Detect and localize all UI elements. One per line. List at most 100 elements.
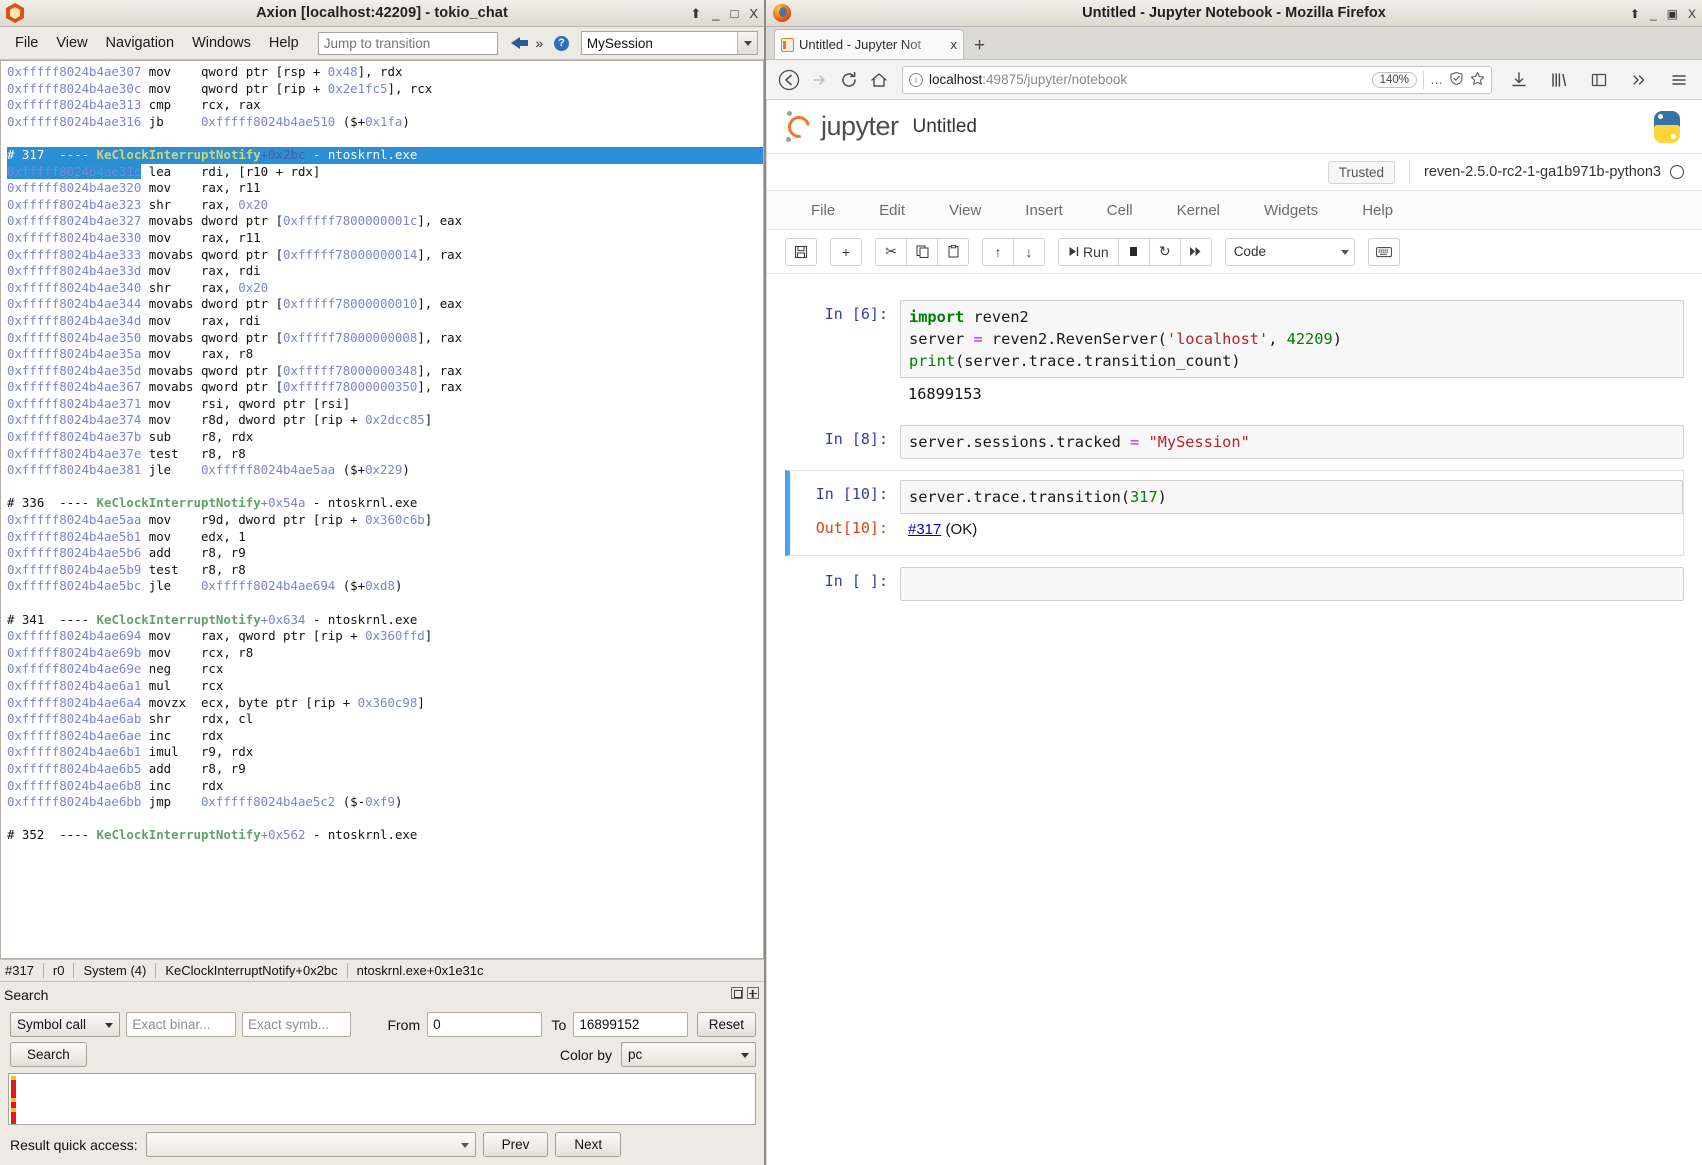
trusted-badge[interactable]: Trusted bbox=[1328, 161, 1395, 184]
jp-menu-widgets[interactable]: Widgets bbox=[1242, 202, 1340, 219]
sidebar-icon[interactable] bbox=[1584, 65, 1614, 95]
disasm-line[interactable]: 0xfffff8024b4ae313 cmp rcx, rax bbox=[7, 97, 763, 114]
cell-code-editor[interactable] bbox=[900, 567, 1684, 601]
disasm-line[interactable]: 0xfffff8024b4ae694 mov rax, qword ptr [r… bbox=[7, 628, 763, 645]
disasm-line[interactable]: 0xfffff8024b4ae37b sub r8, rdx bbox=[7, 429, 763, 446]
disasm-line[interactable]: 0xfffff8024b4ae69b mov rcx, r8 bbox=[7, 645, 763, 662]
disasm-line[interactable]: 0xfffff8024b4ae330 mov rax, r11 bbox=[7, 230, 763, 247]
bookmark-star-icon[interactable] bbox=[1470, 71, 1485, 89]
notebook-cell[interactable]: In [ ]: bbox=[785, 563, 1684, 605]
new-tab-button[interactable]: + bbox=[974, 36, 985, 59]
jp-menu-insert[interactable]: Insert bbox=[1003, 202, 1085, 219]
search-results-strip[interactable] bbox=[8, 1073, 756, 1125]
restart-kernel-icon[interactable]: ↻ bbox=[1149, 238, 1181, 266]
move-cell-up-icon[interactable]: ↑ bbox=[982, 238, 1014, 266]
disasm-line[interactable]: 0xfffff8024b4ae6b1 imul r9, rdx bbox=[7, 744, 763, 761]
search-button[interactable]: Search bbox=[10, 1042, 87, 1067]
keyboard-shortcuts-icon[interactable] bbox=[1368, 238, 1400, 266]
app-menu-icon[interactable] bbox=[1664, 65, 1694, 95]
copy-icon[interactable] bbox=[906, 238, 938, 266]
disasm-line[interactable]: 0xfffff8024b4ae6b8 inc rdx bbox=[7, 778, 763, 795]
disasm-transition-header[interactable]: # 317 ---- KeClockInterruptNotify+0x2bc … bbox=[7, 147, 763, 164]
kernel-name[interactable]: reven-2.5.0-rc2-1-ga1b971b-python3 bbox=[1424, 164, 1661, 180]
session-select[interactable]: MySession bbox=[581, 31, 758, 55]
browser-tab[interactable]: Untitled - Jupyter Not x bbox=[774, 29, 964, 59]
disasm-line[interactable]: 0xfffff8024b4ae333 movabs qword ptr [0xf… bbox=[7, 247, 763, 264]
disasm-line[interactable]: 0xfffff8024b4ae6b5 add r8, r9 bbox=[7, 761, 763, 778]
disasm-line[interactable]: 0xfffff8024b4ae5b1 mov edx, 1 bbox=[7, 529, 763, 546]
disasm-line[interactable]: 0xfffff8024b4ae69e neg rcx bbox=[7, 661, 763, 678]
exact-symbol-input[interactable]: Exact symb... bbox=[242, 1012, 352, 1037]
cut-icon[interactable]: ✂ bbox=[875, 238, 907, 266]
disasm-line[interactable]: 0xfffff8024b4ae6a1 mul rcx bbox=[7, 678, 763, 695]
downloads-icon[interactable] bbox=[1504, 65, 1534, 95]
add-cell-icon[interactable]: + bbox=[830, 238, 862, 266]
disasm-line[interactable]: 0xfffff8024b4ae320 mov rax, r11 bbox=[7, 180, 763, 197]
disassembly-view[interactable]: 0xfffff8024b4ae307 mov qword ptr [rsp + … bbox=[0, 60, 764, 959]
notebook-cells-container[interactable]: In [6]:import reven2 server = reven2.Rev… bbox=[767, 274, 1702, 1165]
interrupt-kernel-icon[interactable] bbox=[1118, 238, 1150, 266]
jp-menu-edit[interactable]: Edit bbox=[857, 202, 927, 219]
run-button[interactable]: Run bbox=[1058, 238, 1119, 266]
transition-link[interactable]: #317 bbox=[908, 521, 941, 538]
site-info-icon[interactable]: i bbox=[909, 73, 923, 87]
disasm-line[interactable]: 0xfffff8024b4ae307 mov qword ptr [rsp + … bbox=[7, 64, 763, 81]
disasm-transition-header[interactable]: # 341 ---- KeClockInterruptNotify+0x634 … bbox=[7, 612, 763, 629]
forward-icon[interactable] bbox=[804, 65, 834, 95]
back-icon[interactable] bbox=[774, 65, 804, 95]
navigate-back-icon[interactable] bbox=[510, 33, 530, 53]
menu-view[interactable]: View bbox=[47, 32, 96, 54]
exact-binary-input[interactable]: Exact binar... bbox=[126, 1012, 236, 1037]
disasm-line[interactable]: 0xfffff8024b4ae350 movabs qword ptr [0xf… bbox=[7, 330, 763, 347]
firefox-maximize-button[interactable]: ▣ bbox=[1667, 7, 1678, 21]
chevron-down-icon[interactable] bbox=[737, 32, 757, 54]
shield-icon[interactable] bbox=[1449, 71, 1464, 89]
firefox-minimize-button[interactable]: _ bbox=[1650, 7, 1657, 21]
jump-to-transition-input[interactable] bbox=[318, 32, 498, 55]
disasm-line[interactable]: 0xfffff8024b4ae381 jle 0xfffff8024b4ae5a… bbox=[7, 462, 763, 479]
to-input[interactable]: 16899152 bbox=[573, 1012, 687, 1037]
axion-maximize-button[interactable]: □ bbox=[730, 7, 738, 20]
notebook-name[interactable]: Untitled bbox=[913, 116, 977, 138]
jupyter-logo[interactable]: jupyter bbox=[785, 111, 899, 143]
notebook-cell[interactable]: In [6]:import reven2 server = reven2.Rev… bbox=[785, 296, 1684, 414]
close-panel-icon[interactable] bbox=[747, 987, 759, 999]
disasm-line[interactable]: 0xfffff8024b4ae33d mov rax, rdi bbox=[7, 263, 763, 280]
disasm-line[interactable]: 0xfffff8024b4ae35d movabs qword ptr [0xf… bbox=[7, 363, 763, 380]
disasm-line[interactable]: 0xfffff8024b4ae371 mov rsi, qword ptr [r… bbox=[7, 396, 763, 413]
disasm-transition-header[interactable]: # 336 ---- KeClockInterruptNotify+0x54a … bbox=[7, 495, 763, 512]
close-tab-icon[interactable]: x bbox=[951, 37, 958, 52]
prev-result-button[interactable]: Prev bbox=[483, 1132, 549, 1157]
axion-shade-button[interactable]: ⬆ bbox=[690, 7, 701, 20]
undock-icon[interactable] bbox=[731, 987, 743, 999]
save-icon[interactable] bbox=[785, 238, 817, 266]
page-actions-icon[interactable]: … bbox=[1430, 72, 1443, 87]
home-icon[interactable] bbox=[864, 65, 894, 95]
cell-code-editor[interactable]: server.sessions.tracked = "MySession" bbox=[900, 425, 1684, 459]
result-quick-access-select[interactable] bbox=[146, 1132, 476, 1157]
notebook-cell[interactable]: In [8]:server.sessions.tracked = "MySess… bbox=[785, 421, 1684, 463]
paste-icon[interactable] bbox=[937, 238, 969, 266]
from-input[interactable]: 0 bbox=[427, 1012, 541, 1037]
jp-menu-help[interactable]: Help bbox=[1340, 202, 1415, 219]
help-icon[interactable]: ? bbox=[554, 36, 569, 51]
disasm-line[interactable]: 0xfffff8024b4ae5b9 test r8, r8 bbox=[7, 562, 763, 579]
cell-code-editor[interactable]: import reven2 server = reven2.RevenServe… bbox=[900, 300, 1684, 378]
disasm-line[interactable]: 0xfffff8024b4ae6ae inc rdx bbox=[7, 728, 763, 745]
disasm-line[interactable]: 0xfffff8024b4ae30c mov qword ptr [rip + … bbox=[7, 81, 763, 98]
disasm-line[interactable]: 0xfffff8024b4ae5aa mov r9d, dword ptr [r… bbox=[7, 512, 763, 529]
disasm-line[interactable]: 0xfffff8024b4ae374 mov r8d, dword ptr [r… bbox=[7, 412, 763, 429]
jp-menu-kernel[interactable]: Kernel bbox=[1155, 202, 1242, 219]
search-type-select[interactable]: Symbol call bbox=[10, 1012, 120, 1037]
restart-and-run-all-icon[interactable] bbox=[1180, 238, 1212, 266]
menu-file[interactable]: File bbox=[6, 32, 47, 54]
notebook-cell[interactable]: In [10]:server.trace.transition(317)Out[… bbox=[785, 470, 1684, 556]
disasm-line[interactable]: 0xfffff8024b4ae5bc jle 0xfffff8024b4ae69… bbox=[7, 578, 763, 595]
disasm-line[interactable]: 0xfffff8024b4ae31c lea rdi, [r10 + rdx] bbox=[7, 164, 763, 181]
disasm-line[interactable]: 0xfffff8024b4ae340 shr rax, 0x20 bbox=[7, 280, 763, 297]
jp-menu-file[interactable]: File bbox=[789, 202, 857, 219]
menu-help[interactable]: Help bbox=[260, 32, 308, 54]
overflow-icon[interactable] bbox=[1624, 65, 1654, 95]
cell-type-select[interactable]: Code bbox=[1225, 238, 1355, 266]
disasm-line[interactable]: 0xfffff8024b4ae35a mov rax, r8 bbox=[7, 346, 763, 363]
